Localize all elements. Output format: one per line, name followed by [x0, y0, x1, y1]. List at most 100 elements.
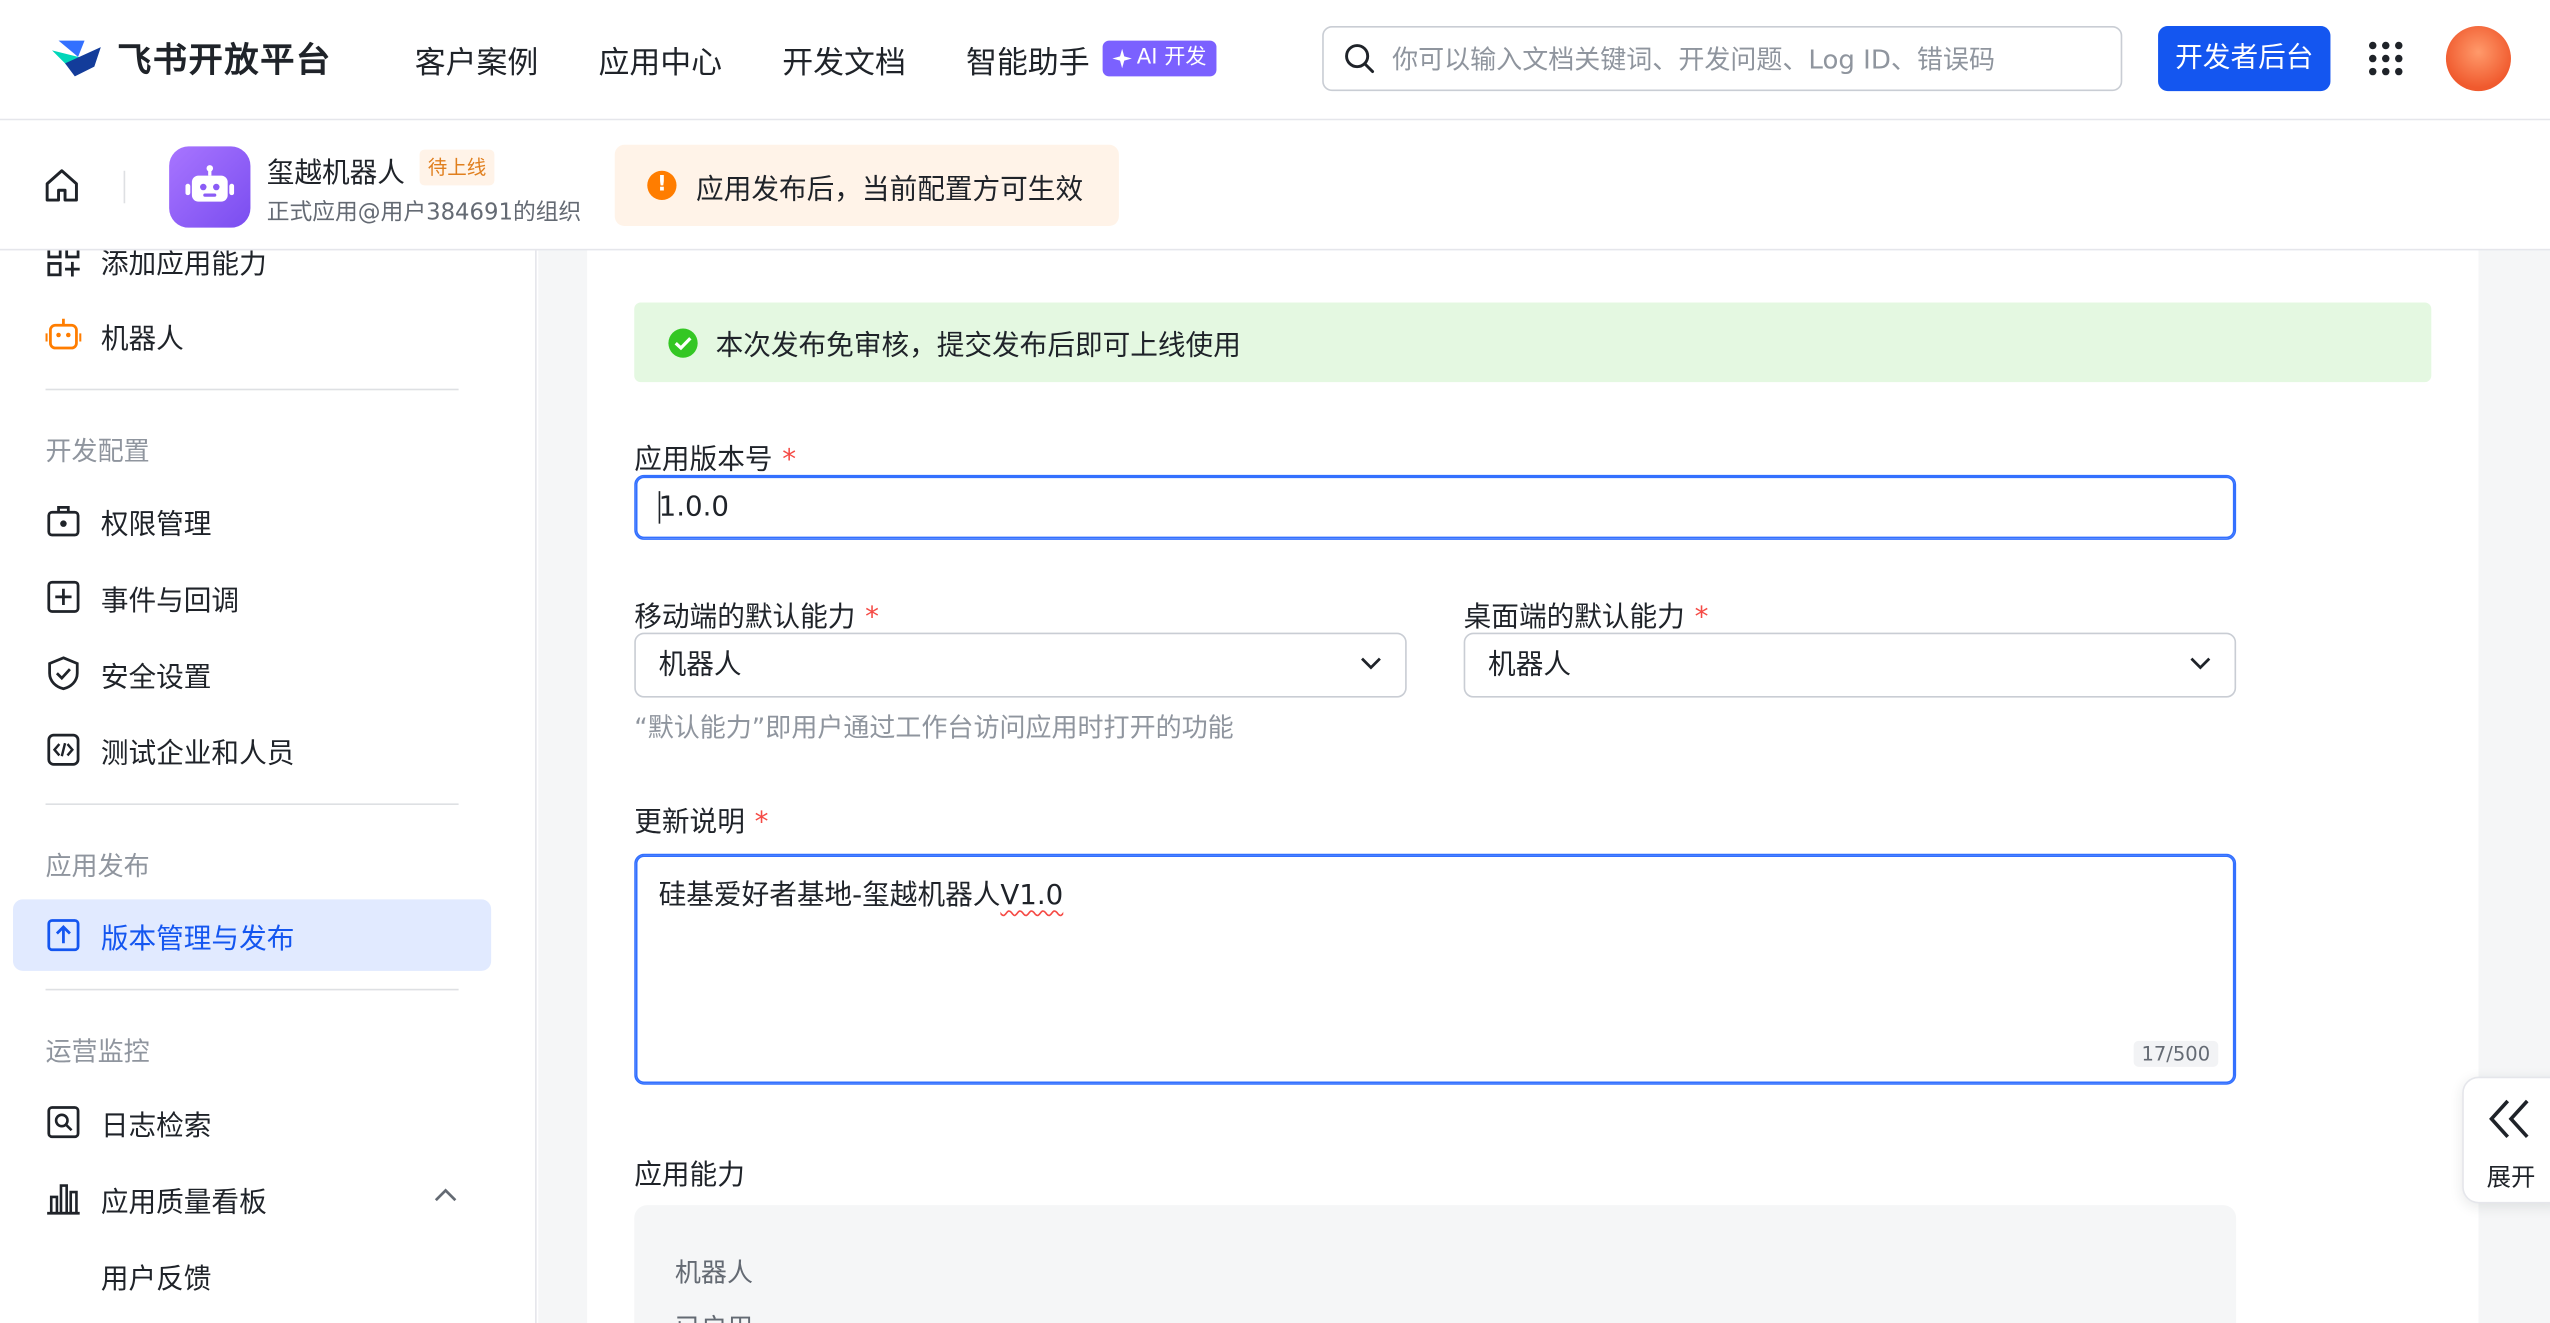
user-avatar[interactable]	[2445, 26, 2511, 92]
home-icon[interactable]	[42, 166, 81, 205]
review-exempt-banner: 本次发布免审核，提交发布后即可上线使用	[634, 302, 2432, 383]
top-navigation-bar: 飞书开放平台 客户案例 应用中心 开发文档 智能助手 AI 开发 开发者后台	[0, 0, 2550, 121]
sidebar-divider	[45, 988, 459, 991]
sidebar-item-robot[interactable]: 机器人	[45, 314, 184, 356]
sidebar-item-security[interactable]: 安全设置	[46, 652, 212, 694]
sidebar-item-events[interactable]: 事件与回调	[46, 576, 240, 618]
release-notes-textarea[interactable]: 硅基爱好者基地-玺越机器人V1.0 17/500	[634, 853, 2237, 1085]
check-circle-icon	[668, 327, 698, 357]
mobile-default-label: 移动端的默认能力 *	[634, 594, 879, 635]
sidebar-item-label: 版本管理与发布	[100, 922, 295, 956]
robot-icon	[45, 318, 82, 350]
event-callback-icon	[47, 580, 80, 613]
sidebar-section-dev-config: 开发配置	[45, 435, 150, 467]
nav-customer-cases[interactable]: 客户案例	[415, 39, 539, 83]
sidebar-item-label: 应用质量看板	[100, 1186, 267, 1219]
expand-panel-button[interactable]: 展开	[2462, 1076, 2550, 1204]
ai-dev-badge-label: AI 开发	[1136, 45, 1207, 70]
sidebar-item-test-org[interactable]: 测试企业和人员	[46, 729, 295, 771]
status-badge: 待上线	[419, 149, 495, 186]
permission-icon	[47, 506, 80, 537]
ai-dev-badge[interactable]: AI 开发	[1102, 40, 1217, 77]
capability-status: 已启用	[675, 1306, 753, 1323]
release-notes-version-text: V1.0	[1000, 879, 1064, 913]
robot-icon	[185, 165, 235, 202]
upload-icon	[47, 919, 80, 952]
default-capability-hint: “默认能力”即用户通过工作台访问应用时打开的功能	[634, 712, 1234, 744]
sidebar-item-version-publish[interactable]: 版本管理与发布	[46, 914, 295, 956]
version-label-text: 应用版本号	[634, 443, 773, 477]
sidebar-item-label: 用户反馈	[100, 1262, 212, 1296]
brand[interactable]: 飞书开放平台	[49, 36, 332, 82]
review-exempt-text: 本次发布免审核，提交发布后即可上线使用	[715, 330, 1241, 363]
capability-label: 应用能力	[634, 1159, 745, 1193]
code-icon	[47, 733, 80, 766]
search-bar[interactable]	[1322, 26, 2123, 92]
version-label: 应用版本号 *	[634, 436, 796, 477]
capability-item: 机器人	[674, 1257, 753, 1289]
desktop-default-label-text: 桌面端的默认能力	[1463, 601, 1685, 635]
sidebar-divider	[45, 803, 459, 806]
sparkle-icon	[1112, 48, 1132, 69]
nav-app-center[interactable]: 应用中心	[598, 39, 722, 83]
sidebar-item-label: 安全设置	[100, 661, 212, 694]
desktop-default-label: 桌面端的默认能力 *	[1464, 594, 1709, 635]
publish-notice-text: 应用发布后，当前配置方可生效	[696, 173, 1084, 206]
log-search-icon	[47, 1106, 80, 1139]
app-icon	[169, 146, 251, 228]
search-input[interactable]	[1392, 43, 2108, 74]
nav-smart-assistant[interactable]: 智能助手	[966, 39, 1090, 83]
sidebar-item-add-capability[interactable]: 添加应用能力	[46, 250, 267, 281]
release-notes-label-text: 更新说明	[634, 806, 745, 840]
capability-list	[634, 1205, 2237, 1323]
character-counter: 17/500	[2133, 1040, 2219, 1067]
sidebar-item-label: 事件与回调	[100, 584, 240, 618]
nav-dev-docs[interactable]: 开发文档	[782, 39, 906, 83]
mobile-default-select[interactable]: 机器人	[634, 632, 1407, 698]
required-mark: *	[782, 443, 797, 477]
required-mark: *	[754, 806, 769, 840]
header-divider	[123, 170, 126, 204]
desktop-default-select[interactable]: 机器人	[1463, 632, 2237, 698]
app-name: 玺越机器人	[266, 157, 405, 191]
text-cursor	[658, 491, 661, 524]
sidebar-item-label: 权限管理	[100, 508, 212, 541]
expand-label: 展开	[2486, 1162, 2536, 1193]
mobile-default-value: 机器人	[658, 648, 742, 682]
app-header: 玺越机器人 待上线 正式应用@用户384691的组织 ! 应用发布后，当前配置方…	[0, 120, 2550, 251]
sidebar-item-quality-board[interactable]: 应用质量看板	[46, 1177, 267, 1219]
bar-chart-icon	[47, 1184, 80, 1215]
add-capability-icon	[47, 250, 80, 277]
sidebar-item-user-feedback[interactable]: 用户反馈	[101, 1254, 212, 1296]
shield-icon	[48, 656, 79, 691]
release-notes-label: 更新说明 *	[634, 799, 768, 840]
search-icon	[1345, 44, 1375, 74]
sidebar-item-permissions[interactable]: 权限管理	[46, 499, 212, 541]
sidebar-item-label: 日志检索	[100, 1109, 212, 1143]
chevron-up-icon[interactable]	[433, 1187, 459, 1203]
sidebar: 添加应用能力 机器人 开发配置 权限管理 事件与回调 安全设置 测试企业和人员 …	[0, 250, 537, 1323]
publish-form-card	[587, 250, 2479, 1323]
double-chevron-left-icon	[2489, 1099, 2529, 1138]
sidebar-item-label: 添加应用能力	[100, 250, 267, 281]
app-organization: 正式应用@用户384691的组织	[266, 200, 582, 227]
warning-icon: !	[647, 170, 677, 201]
required-mark: *	[1694, 601, 1709, 635]
mobile-default-label-text: 移动端的默认能力	[634, 601, 856, 635]
feishu-logo-icon	[52, 40, 101, 77]
chevron-down-icon	[1361, 657, 1381, 670]
chevron-down-icon	[2190, 657, 2211, 670]
sidebar-item-log-search[interactable]: 日志检索	[46, 1101, 212, 1143]
brand-name: 飞书开放平台	[117, 40, 332, 80]
version-input[interactable]: 1.0.0	[634, 474, 2237, 540]
sidebar-section-monitoring: 运营监控	[45, 1035, 150, 1067]
required-mark: *	[865, 601, 880, 635]
publish-notice: ! 应用发布后，当前配置方可生效	[614, 144, 1119, 227]
release-notes-text: 硅基爱好者基地-玺越机器人	[658, 879, 1001, 913]
sidebar-section-publish: 应用发布	[45, 850, 150, 882]
sidebar-item-label: 机器人	[100, 322, 184, 356]
sidebar-divider	[45, 388, 459, 391]
app-grid-icon[interactable]	[2368, 41, 2404, 77]
developer-console-button[interactable]: 开发者后台	[2158, 26, 2331, 92]
sidebar-item-label: 测试企业和人员	[100, 737, 295, 771]
